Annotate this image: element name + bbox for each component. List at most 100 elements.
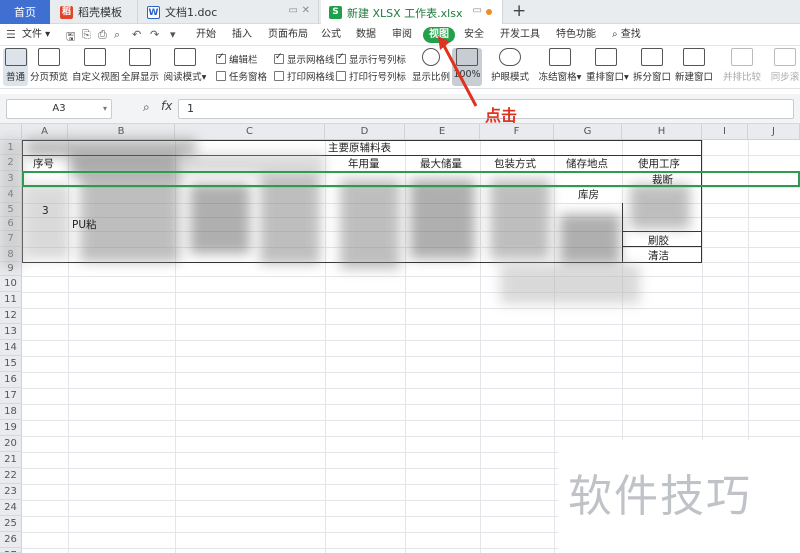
monitor-icon[interactable]: ▭: [473, 5, 482, 16]
cell-clean: 清洁: [648, 250, 669, 262]
tab-doc-label: 文档1.doc: [165, 6, 218, 19]
save-icon[interactable]: 🖫: [66, 28, 75, 47]
col-header-f[interactable]: F: [480, 124, 554, 140]
menu-insert[interactable]: 插入: [232, 27, 252, 43]
show-gridlines-checkbox[interactable]: 显示网格线: [274, 52, 335, 66]
page-break-button[interactable]: 分页预览: [30, 48, 68, 83]
row-header[interactable]: 13: [0, 324, 22, 340]
menu-page-layout[interactable]: 页面布局: [268, 27, 308, 43]
header-max-storage: 最大储量: [420, 158, 462, 170]
sync-scroll-button[interactable]: 同步滚: [768, 48, 800, 83]
tab-sheet[interactable]: S 新建 XLSX 工作表.xlsx ▭: [321, 0, 503, 25]
close-icon[interactable]: ✕: [302, 5, 310, 16]
tab-doc[interactable]: W 文档1.doc ▭ ✕: [139, 0, 319, 24]
redo-icon[interactable]: ↷: [150, 28, 159, 41]
menu-developer[interactable]: 开发工具: [500, 27, 540, 43]
undo-icon[interactable]: ↶: [132, 28, 141, 41]
view-ribbon: 普通 分页预览 自定义视图 全屏显示 阅读模式▾ 编辑栏 任务窗格 显示网格线 …: [0, 46, 800, 89]
redacted-area: [560, 214, 620, 264]
row-header[interactable]: 27: [0, 548, 22, 553]
menu-search[interactable]: ⌕ 查找: [612, 27, 641, 43]
col-header-d[interactable]: D: [325, 124, 405, 140]
menu-data[interactable]: 数据: [356, 27, 376, 43]
table-title: 主要原辅料表: [328, 142, 391, 154]
checkbox-unchecked-icon: [336, 71, 346, 81]
print-icon[interactable]: ⎙: [98, 28, 107, 42]
customize-quick-access-icon[interactable]: ▾: [170, 28, 176, 41]
hamburger-menu-icon[interactable]: ☰: [6, 28, 16, 41]
tab-template[interactable]: 稻 稻壳模板: [52, 0, 138, 24]
col-header-h[interactable]: H: [622, 124, 702, 140]
new-tab-button[interactable]: +: [512, 1, 526, 21]
row-header[interactable]: 24: [0, 500, 22, 516]
row-header[interactable]: 23: [0, 484, 22, 500]
col-header-i[interactable]: I: [702, 124, 748, 140]
row-header[interactable]: 25: [0, 516, 22, 532]
grid-line: [22, 324, 800, 325]
row-header[interactable]: 11: [0, 292, 22, 308]
monitor-icon[interactable]: ▭: [289, 5, 298, 16]
row-header[interactable]: 15: [0, 356, 22, 372]
redacted-area: [0, 138, 22, 268]
menu-review[interactable]: 审阅: [392, 27, 412, 43]
preview-icon[interactable]: ⌕: [114, 28, 120, 42]
normal-view-button[interactable]: 普通: [3, 48, 28, 86]
row-header[interactable]: 14: [0, 340, 22, 356]
row-header[interactable]: 12: [0, 308, 22, 324]
header-process: 使用工序: [638, 158, 680, 170]
col-header-j[interactable]: J: [748, 124, 800, 140]
title-tab-bar: 首页 稻 稻壳模板 W 文档1.doc ▭ ✕ S 新建 XLSX 工作表.xl…: [0, 0, 800, 25]
tab-home[interactable]: 首页: [0, 0, 50, 24]
new-window-button[interactable]: 新建窗口: [674, 48, 714, 83]
print-gridlines-checkbox[interactable]: 打印网格线: [274, 69, 335, 83]
full-screen-button[interactable]: 全屏显示: [121, 48, 159, 83]
checkbox-checked-icon: [216, 52, 226, 64]
row-header[interactable]: 22: [0, 468, 22, 484]
menu-formula[interactable]: 公式: [321, 27, 341, 43]
row-header[interactable]: 16: [0, 372, 22, 388]
task-pane-checkbox[interactable]: 任务窗格: [216, 69, 267, 83]
reading-mode-button[interactable]: 阅读模式▾: [162, 48, 208, 83]
row-header[interactable]: 17: [0, 388, 22, 404]
menu-file[interactable]: 文件 ▾: [22, 27, 50, 43]
show-headings-checkbox[interactable]: 显示行号列标: [336, 52, 406, 66]
search-icon: ⌕: [612, 29, 618, 40]
row-header[interactable]: 18: [0, 404, 22, 420]
custom-view-button[interactable]: 自定义视图: [72, 48, 120, 83]
col-header-e[interactable]: E: [405, 124, 480, 140]
print-headings-checkbox[interactable]: 打印行号列标: [336, 69, 406, 83]
unsaved-dot-icon: [486, 9, 492, 15]
col-header-c[interactable]: C: [175, 124, 325, 140]
new-window-icon: [683, 48, 705, 66]
grid-line: [22, 404, 800, 405]
arrange-windows-button[interactable]: 重排窗口▾: [586, 48, 629, 83]
menu-special[interactable]: 特色功能: [556, 27, 596, 43]
export-icon[interactable]: ⎘: [82, 28, 91, 42]
print-gridlines-label: 打印网格线: [287, 72, 335, 83]
eye-mode-button[interactable]: 护眼模式: [490, 48, 530, 83]
side-by-side-button[interactable]: 并排比较: [722, 48, 762, 83]
freeze-panes-icon: [549, 48, 571, 66]
chevron-down-icon: ▾: [576, 72, 582, 83]
sync-scroll-label: 同步滚: [770, 72, 800, 83]
watermark-text: 软件技巧: [568, 471, 752, 522]
row-header[interactable]: 19: [0, 420, 22, 436]
chevron-down-icon[interactable]: ▾: [103, 100, 107, 118]
split-window-label: 拆分窗口: [632, 72, 671, 83]
row-header[interactable]: 26: [0, 532, 22, 548]
menu-start[interactable]: 开始: [196, 27, 216, 43]
function-icon[interactable]: fx: [161, 99, 172, 113]
freeze-panes-label: 冻结窗格: [538, 72, 577, 83]
split-window-button[interactable]: 拆分窗口: [632, 48, 672, 83]
selected-row-highlight[interactable]: [22, 171, 800, 187]
row-header[interactable]: 20: [0, 436, 22, 452]
name-box[interactable]: A3 ▾: [6, 99, 112, 119]
freeze-panes-button[interactable]: 冻结窗格▾: [538, 48, 582, 83]
edit-bar-checkbox[interactable]: 编辑栏: [216, 52, 258, 66]
row-header[interactable]: 10: [0, 276, 22, 292]
col-header-g[interactable]: G: [554, 124, 622, 140]
zoom-lookup-icon[interactable]: ⌕: [143, 100, 150, 115]
page-break-label: 分页预览: [30, 72, 69, 83]
row-header[interactable]: 21: [0, 452, 22, 468]
redacted-area: [410, 179, 475, 259]
